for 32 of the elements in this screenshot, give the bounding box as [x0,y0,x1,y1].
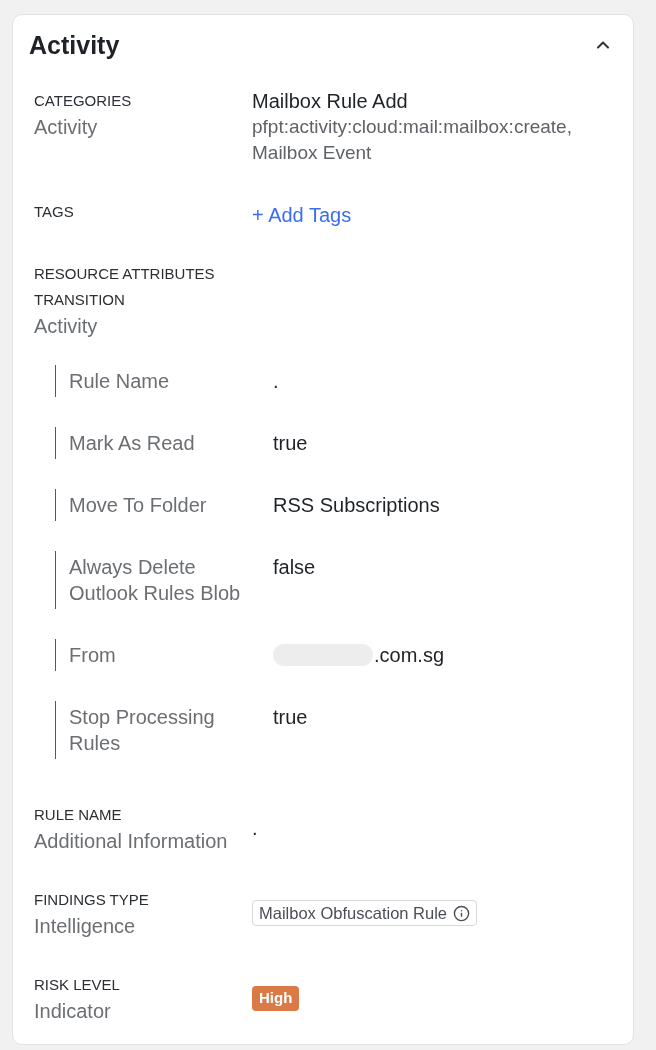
attribute-name: Move To Folder [69,493,208,518]
field-detail: Mailbox Event [252,141,373,165]
attribute-value: true [273,705,308,730]
field-sublabel: Activity [34,314,99,339]
field-sublabel: Intelligence [34,914,137,939]
attribute-name: Always Delete Outlook Rules Blob [69,555,242,606]
field-label: RISK LEVEL [34,975,121,995]
field-label: TAGS [34,202,75,222]
field-label: CATEGORIES [34,91,133,111]
field-sublabel: Activity [34,115,99,140]
attribute-value: false [273,555,316,580]
risk-level-badge: High [252,985,300,1011]
info-icon[interactable] [453,904,470,922]
field-sublabel: Indicator [34,999,112,1024]
add-tags-link[interactable]: + Add Tags [252,199,352,228]
field-label: FINDINGS TYPE [34,890,150,910]
field-label: RULE NAME [34,805,123,825]
field-value: Mailbox Rule Add [252,89,409,114]
field-value: . [252,816,258,841]
attribute-value: .com.sg [374,643,445,668]
attribute-name: Stop Processing Rules [69,705,216,756]
attribute-value: . [273,369,279,394]
attribute-name: Mark As Read [69,431,196,456]
field-label: RESOURCE ATTRIBUTES TRANSITION [34,264,216,310]
field-detail: pfpt:activity:cloud:mail:mailbox:create, [252,115,572,139]
attribute-value: RSS Subscriptions [273,493,440,518]
field-sublabel: Additional Information [34,829,229,854]
attribute-value: true [273,431,308,456]
tag-text: Mailbox Obfuscation Rule [259,903,447,923]
attribute-name: From [69,643,117,668]
attribute-name: Rule Name [69,369,171,394]
panel-title: Activity [29,30,120,61]
